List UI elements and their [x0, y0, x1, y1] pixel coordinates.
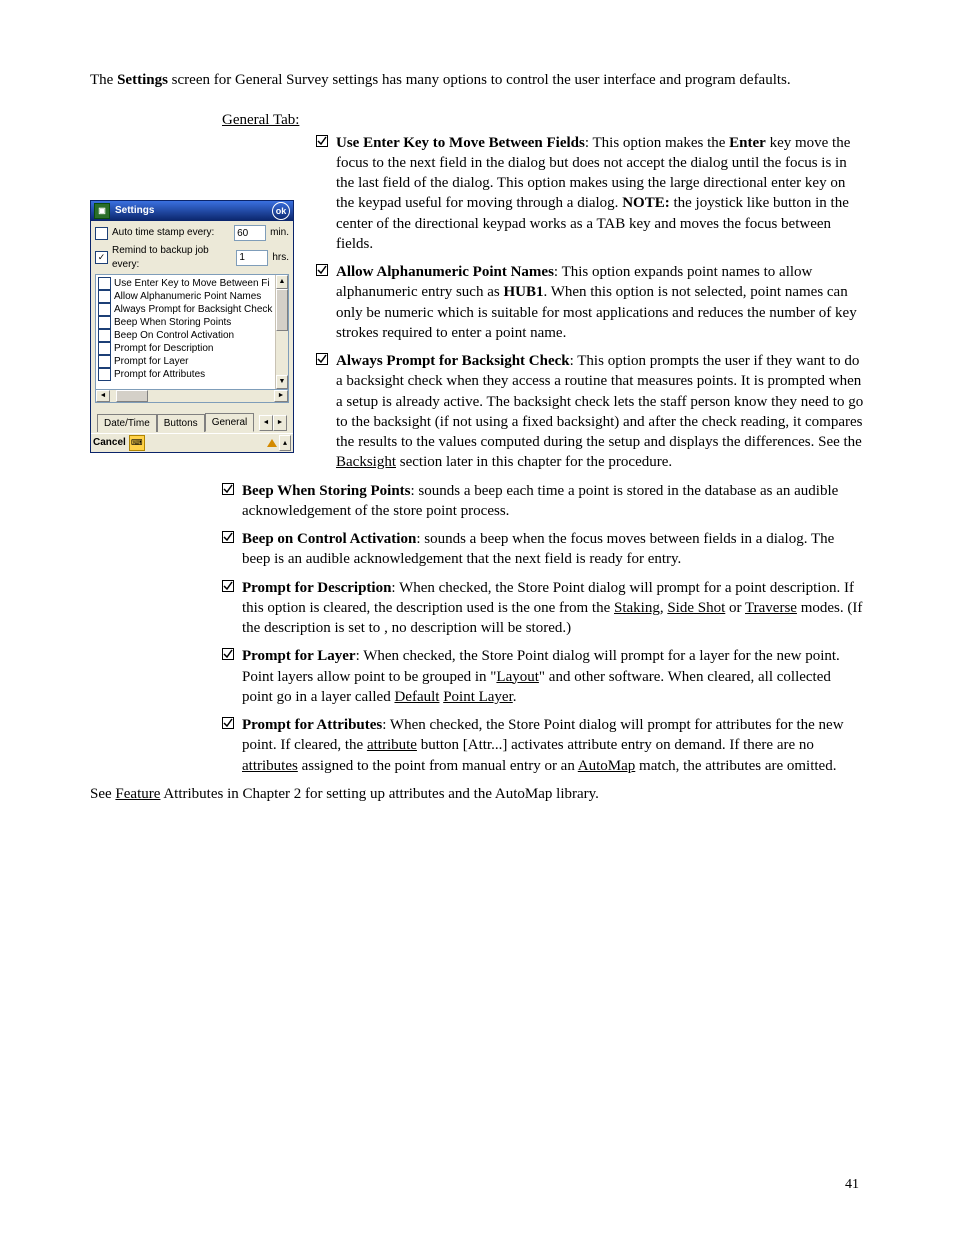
list-item-label: Prompt for Layer — [114, 355, 188, 368]
option-item: Prompt for Attributes: When checked, the… — [222, 715, 864, 776]
page-number: 41 — [845, 1176, 859, 1195]
option-text: Prompt for Attributes: When checked, the… — [242, 715, 864, 776]
list-item-label: Allow Alphanumeric Point Names — [114, 290, 261, 303]
option-text: Allow Alphanumeric Point Names: This opt… — [336, 262, 864, 343]
option-item: Allow Alphanumeric Point Names: This opt… — [316, 262, 864, 343]
list-hscrollbar[interactable]: ◄ ► — [95, 390, 289, 403]
list-item-label: Always Prompt for Backsight Check — [114, 303, 272, 316]
remind-backup-unit: hrs. — [272, 251, 289, 265]
option-item: Always Prompt for Backsight Check: This … — [316, 351, 864, 473]
list-checkbox[interactable] — [98, 303, 111, 316]
settings-screenshot: ▣ Settings ok Auto time stamp every: min… — [90, 200, 294, 453]
option-item: Prompt for Layer: When checked, the Stor… — [222, 646, 864, 707]
option-item: Beep When Storing Points: sounds a beep … — [222, 481, 864, 522]
remind-backup-value[interactable] — [236, 250, 268, 266]
auto-time-label: Auto time stamp every: — [112, 226, 230, 240]
ok-button[interactable]: ok — [272, 202, 290, 220]
list-item-label: Beep On Control Activation — [114, 329, 234, 342]
auto-time-unit: min. — [270, 226, 289, 240]
tab-buttons[interactable]: Buttons — [157, 414, 205, 433]
remind-backup-checkbox[interactable]: ✓ — [95, 251, 108, 264]
options-list[interactable]: Use Enter Key to Move Between Fi Allow A… — [95, 274, 289, 390]
tab-bar: Date/Time Buttons General ◄ ► — [95, 403, 289, 431]
option-text: Use Enter Key to Move Between Fields: Th… — [336, 133, 864, 255]
list-item-label: Prompt for Description — [114, 342, 213, 355]
keyboard-icon[interactable]: ⌨ — [129, 435, 145, 451]
scroll-left-icon[interactable]: ◄ — [96, 390, 110, 402]
option-text: Beep on Control Activation: sounds a bee… — [242, 529, 864, 570]
scroll-right-icon[interactable]: ► — [274, 390, 288, 402]
scroll-hthumb[interactable] — [116, 390, 148, 402]
checkbox-icon — [222, 531, 234, 543]
scroll-thumb[interactable] — [276, 289, 288, 331]
xref-text: See Feature Attributes in Chapter 2 for … — [90, 784, 864, 804]
remind-backup-label: Remind to backup job every: — [112, 244, 232, 271]
option-item: Beep on Control Activation: sounds a bee… — [222, 529, 864, 570]
sip-up-icon[interactable]: ▴ — [279, 435, 291, 451]
list-checkbox[interactable] — [98, 355, 111, 368]
list-vscrollbar[interactable]: ▲ ▼ — [275, 275, 288, 389]
checkbox-icon — [316, 353, 328, 365]
checkbox-icon — [316, 264, 328, 276]
tab-scroll-left-icon[interactable]: ◄ — [259, 415, 273, 431]
list-checkbox[interactable] — [98, 290, 111, 303]
list-checkbox[interactable] — [98, 368, 111, 381]
option-text: Always Prompt for Backsight Check: This … — [336, 351, 864, 473]
checkbox-icon — [316, 135, 328, 147]
list-item-label: Beep When Storing Points — [114, 316, 231, 329]
checkbox-icon — [222, 648, 234, 660]
list-checkbox[interactable] — [98, 342, 111, 355]
option-text: Beep When Storing Points: sounds a beep … — [242, 481, 864, 522]
cancel-button[interactable]: Cancel — [93, 436, 126, 450]
tab-scroll-right-icon[interactable]: ► — [273, 415, 287, 431]
checkbox-icon — [222, 580, 234, 592]
scroll-up-icon[interactable]: ▲ — [276, 275, 288, 289]
option-item: Prompt for Description: When checked, th… — [222, 578, 864, 639]
auto-time-value[interactable] — [234, 225, 266, 241]
option-text: Prompt for Description: When checked, th… — [242, 578, 864, 639]
tab-heading: General Tab: — [222, 110, 864, 130]
list-checkbox[interactable] — [98, 277, 111, 290]
list-item-label: Prompt for Attributes — [114, 368, 205, 381]
list-checkbox[interactable] — [98, 329, 111, 342]
window-title: Settings — [115, 204, 154, 218]
checkbox-icon — [222, 717, 234, 729]
scroll-down-icon[interactable]: ▼ — [276, 375, 288, 389]
intro-text: The Settings screen for General Survey s… — [90, 70, 864, 90]
auto-time-checkbox[interactable] — [95, 227, 108, 240]
checkbox-icon — [222, 483, 234, 495]
app-icon: ▣ — [94, 203, 110, 219]
list-item-label: Use Enter Key to Move Between Fi — [114, 277, 270, 290]
tab-general[interactable]: General — [205, 413, 255, 433]
list-checkbox[interactable] — [98, 316, 111, 329]
tab-date-time[interactable]: Date/Time — [97, 414, 157, 433]
option-item: Use Enter Key to Move Between Fields: Th… — [316, 133, 864, 255]
option-text: Prompt for Layer: When checked, the Stor… — [242, 646, 864, 707]
alert-icon — [267, 439, 277, 447]
window-titlebar: ▣ Settings ok — [91, 201, 293, 221]
